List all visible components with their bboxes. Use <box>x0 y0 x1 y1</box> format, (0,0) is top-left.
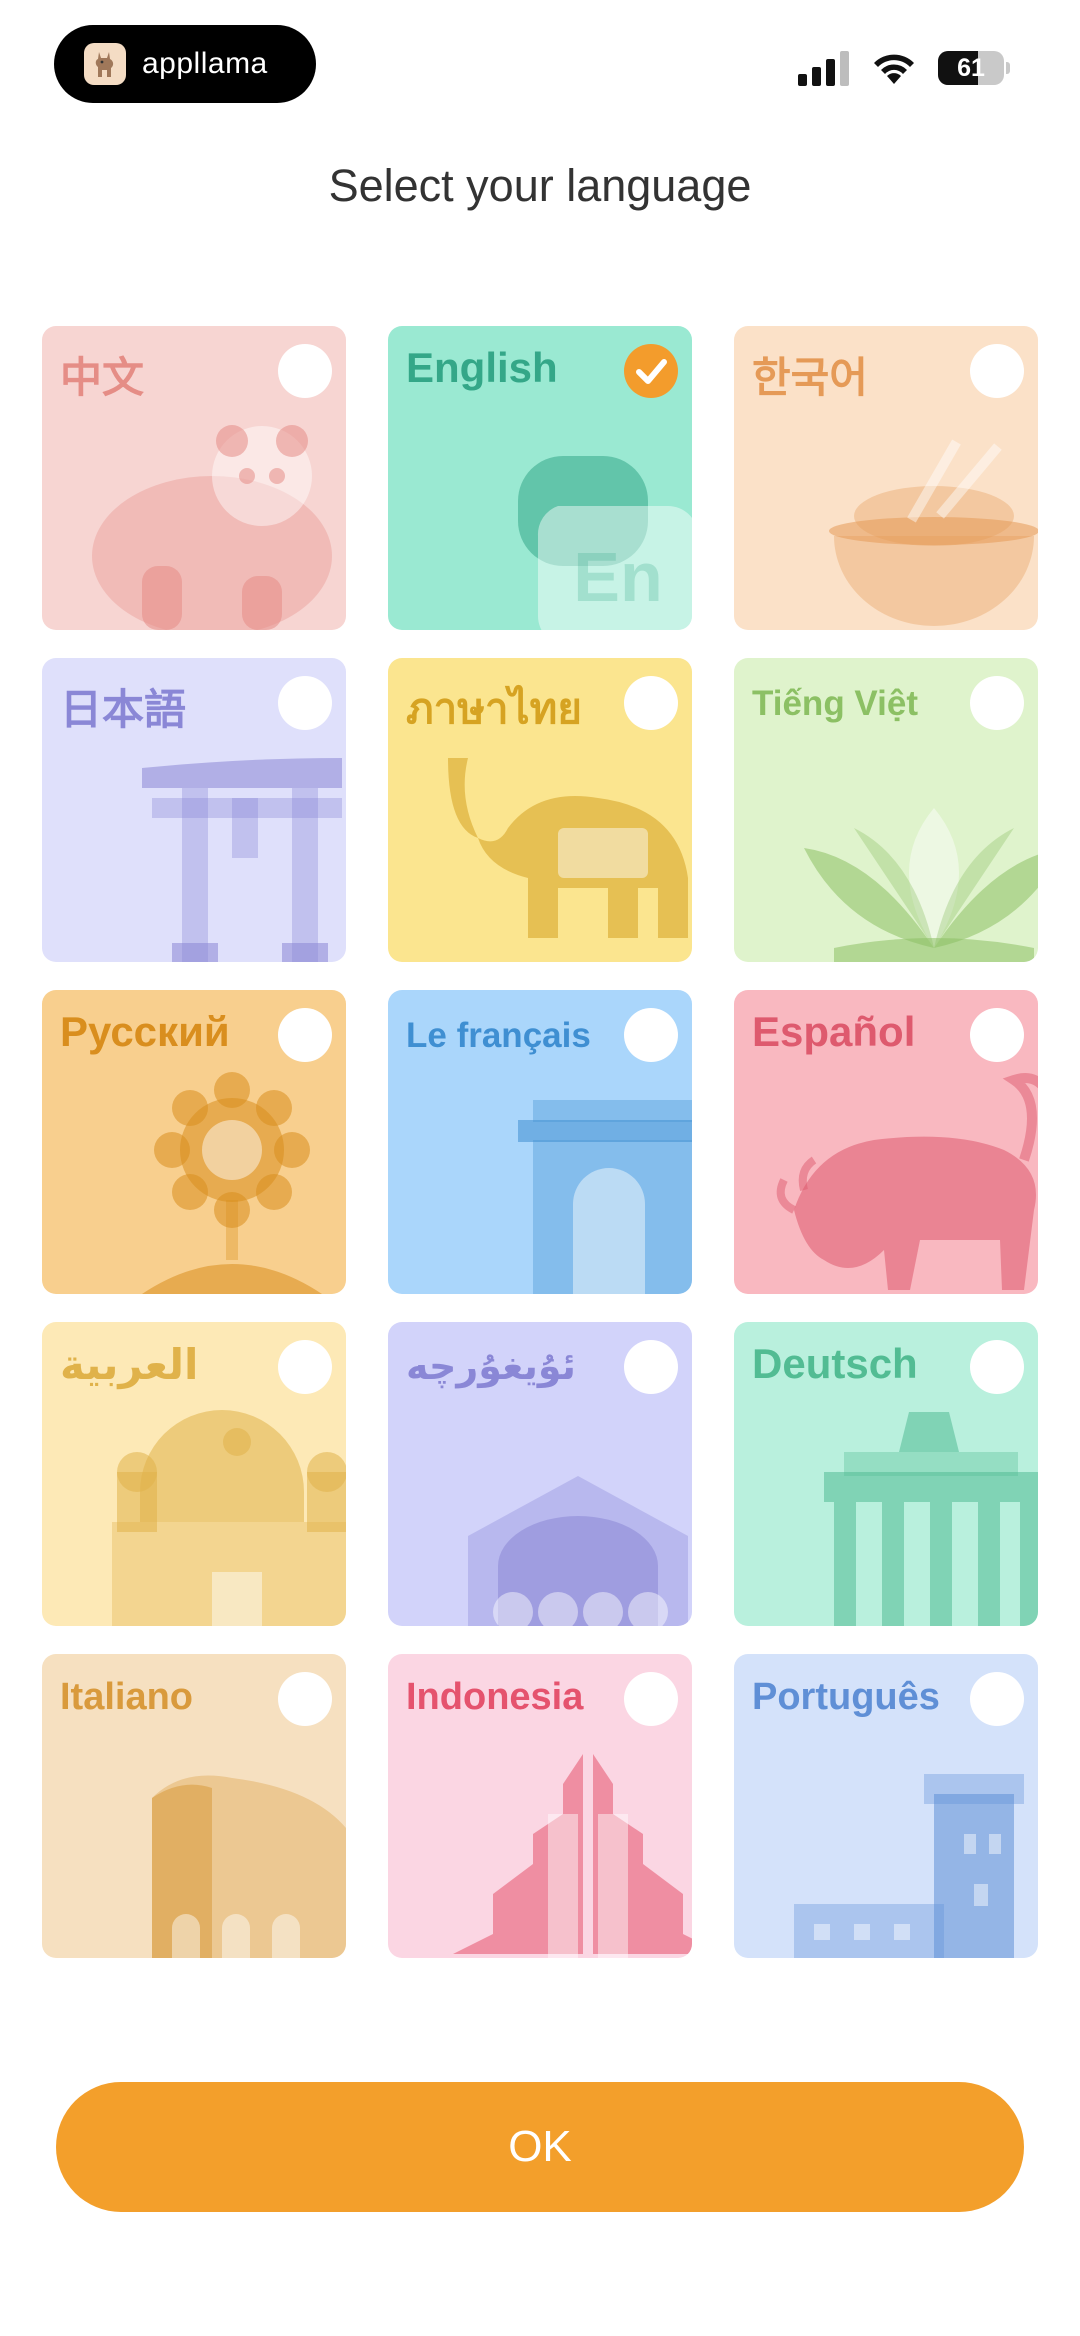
language-label: 中文 <box>60 354 145 401</box>
language-label: Indonesia <box>406 1676 584 1718</box>
svg-text:En: En <box>573 538 662 616</box>
language-card[interactable]: ئۇيغۇرچە <box>388 1322 692 1626</box>
language-card[interactable]: Tiếng Việt <box>734 658 1038 962</box>
radio-unchecked-icon[interactable] <box>970 1008 1024 1062</box>
language-label: Deutsch <box>752 1340 918 1387</box>
language-card[interactable]: 한국어 <box>734 326 1038 630</box>
radio-unchecked-icon[interactable] <box>624 676 678 730</box>
language-card[interactable]: Le français <box>388 990 692 1294</box>
language-label: 日本語 <box>60 686 187 733</box>
language-card[interactable]: Português <box>734 1654 1038 1958</box>
language-card[interactable]: العربية <box>42 1322 346 1626</box>
language-card[interactable]: Indonesia <box>388 1654 692 1958</box>
language-card[interactable]: Русский <box>42 990 346 1294</box>
language-label: ภาษาไทย <box>406 685 582 732</box>
signal-icon <box>798 51 849 86</box>
radio-unchecked-icon[interactable] <box>278 344 332 398</box>
radio-unchecked-icon[interactable] <box>970 1672 1024 1726</box>
status-bar: appllama 61 <box>0 0 1080 120</box>
language-label: Le français <box>406 1016 591 1055</box>
language-card[interactable]: Deutsch <box>734 1322 1038 1626</box>
radio-unchecked-icon[interactable] <box>624 1672 678 1726</box>
page-title: Select your language <box>328 160 752 211</box>
language-card[interactable]: En English <box>388 326 692 630</box>
wifi-icon <box>874 54 914 84</box>
battery-icon: 61 <box>938 51 1004 85</box>
checkmark-icon <box>636 359 667 384</box>
language-card[interactable]: Español <box>734 990 1038 1294</box>
status-icons: 61 <box>798 48 1010 88</box>
radio-unchecked-icon[interactable] <box>624 1340 678 1394</box>
brand-name: appllama <box>142 47 268 80</box>
radio-unchecked-icon[interactable] <box>970 344 1024 398</box>
language-label: Español <box>752 1008 916 1055</box>
language-label: Tiếng Việt <box>752 684 918 723</box>
language-card[interactable]: Italiano <box>42 1654 346 1958</box>
language-label: العربية <box>60 1341 199 1388</box>
language-card[interactable]: 中文 <box>42 326 346 630</box>
language-grid: 中文 En English 한국어 日本語 ภาษาไทย Tiếng Việt Русски… <box>42 326 1038 1958</box>
language-label: 한국어 <box>752 354 868 401</box>
language-label: ئۇيغۇرچە <box>406 1346 576 1388</box>
llama-logo-icon <box>84 43 126 85</box>
language-label: Português <box>752 1676 940 1718</box>
radio-unchecked-icon[interactable] <box>278 1008 332 1062</box>
language-card[interactable]: 日本語 <box>42 658 346 962</box>
language-label: English <box>406 344 558 391</box>
radio-unchecked-icon[interactable] <box>624 1008 678 1062</box>
language-label: Русский <box>60 1008 230 1055</box>
language-card[interactable]: ภาษาไทย <box>388 658 692 962</box>
battery-cap <box>1006 62 1010 74</box>
ok-button[interactable]: OK <box>56 2082 1024 2212</box>
brand-pill: appllama <box>54 25 316 103</box>
radio-unchecked-icon[interactable] <box>970 676 1024 730</box>
language-label: Italiano <box>60 1676 194 1718</box>
radio-unchecked-icon[interactable] <box>278 1340 332 1394</box>
battery-level: 61 <box>957 54 985 82</box>
radio-unchecked-icon[interactable] <box>278 1672 332 1726</box>
radio-unchecked-icon[interactable] <box>970 1340 1024 1394</box>
radio-unchecked-icon[interactable] <box>278 676 332 730</box>
radio-checked-icon[interactable] <box>624 344 678 398</box>
